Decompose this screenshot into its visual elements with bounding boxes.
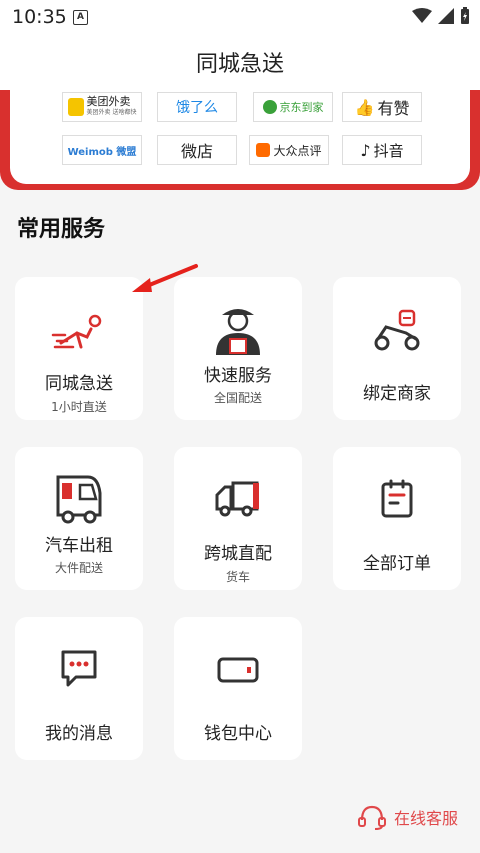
status-bar: 10:35 A bbox=[0, 0, 480, 34]
cell-signal-icon bbox=[438, 8, 454, 24]
headset-icon bbox=[358, 805, 386, 830]
notification-icon: A bbox=[73, 10, 88, 25]
wifi-icon bbox=[412, 8, 432, 23]
partner-label: 大众点评 bbox=[273, 143, 322, 158]
partner-logo-dianping: 大众点评 bbox=[249, 135, 329, 165]
delivery-man-icon bbox=[216, 309, 260, 355]
partner-logo-meituan: 美团外卖 美团外卖 送啥都快 bbox=[62, 92, 142, 122]
service-card-express[interactable]: 快速服务 全国配送 bbox=[174, 277, 302, 420]
kangaroo-icon bbox=[67, 98, 84, 116]
service-label: 跨城直配 bbox=[204, 544, 272, 564]
partner-logo-weimob: Weimob 微盟 bbox=[62, 135, 142, 165]
service-sub: 1小时直送 bbox=[51, 400, 107, 414]
service-label: 汽车出租 bbox=[45, 536, 113, 556]
partner-logo-douyin: ♪ 抖音 bbox=[342, 135, 422, 165]
partner-logo-weidian: 微店 bbox=[157, 135, 237, 165]
service-card-intercity[interactable]: 跨城直配 货车 bbox=[174, 447, 302, 590]
dianping-icon bbox=[256, 143, 271, 157]
partner-label: 微店 bbox=[180, 142, 213, 161]
service-label: 全部订单 bbox=[363, 554, 431, 574]
annotation-arrow-icon bbox=[132, 264, 198, 292]
partner-logo-youzan: 👍 有赞 bbox=[342, 92, 422, 122]
clipboard-icon bbox=[381, 479, 413, 518]
online-service-button[interactable]: 在线客服 bbox=[358, 804, 458, 830]
partner-label: Weimob 微盟 bbox=[67, 146, 137, 158]
online-service-label: 在线客服 bbox=[394, 809, 459, 828]
partner-label: 美团外卖 bbox=[86, 95, 131, 108]
chat-bubble-icon bbox=[61, 650, 97, 687]
tiktok-icon: ♪ bbox=[360, 140, 371, 160]
partner-label: 饿了么 bbox=[176, 100, 218, 116]
service-card-messages[interactable]: 我的消息 bbox=[15, 617, 143, 760]
status-time: 10:35 bbox=[12, 6, 67, 28]
running-courier-icon bbox=[51, 314, 102, 349]
battery-icon bbox=[461, 7, 469, 24]
thumbs-up-icon: 👍 bbox=[354, 97, 375, 117]
section-title: 常用服务 bbox=[17, 217, 106, 242]
partner-label: 京东到家 bbox=[279, 101, 324, 114]
service-label: 同城急送 bbox=[45, 374, 113, 394]
service-label: 我的消息 bbox=[45, 724, 113, 744]
scooter-icon bbox=[374, 309, 420, 351]
service-card-wallet[interactable]: 钱包中心 bbox=[174, 617, 302, 760]
service-card-bind-merchant[interactable]: 绑定商家 bbox=[333, 277, 461, 420]
truck-icon bbox=[215, 481, 259, 517]
jd-dog-icon bbox=[262, 100, 277, 114]
wallet-icon bbox=[217, 657, 259, 683]
partner-sub: 美团外卖 送啥都快 bbox=[86, 109, 137, 116]
service-sub: 大件配送 bbox=[54, 561, 103, 575]
status-icons bbox=[412, 7, 470, 25]
app-header: 同城急送 bbox=[0, 34, 480, 90]
service-card-all-orders[interactable]: 全部订单 bbox=[333, 447, 461, 590]
partner-label: 有赞 bbox=[377, 99, 410, 118]
service-card-tongcheng[interactable]: 同城急送 1小时直送 bbox=[15, 277, 143, 420]
partner-logo-eleme: 饿了么 bbox=[157, 92, 237, 122]
van-icon bbox=[56, 475, 102, 524]
partner-logo-jddj: 京东到家 bbox=[253, 92, 333, 122]
service-label: 钱包中心 bbox=[204, 724, 272, 744]
page-title: 同城急送 bbox=[195, 52, 284, 77]
service-label: 绑定商家 bbox=[363, 384, 431, 404]
service-label: 快速服务 bbox=[204, 366, 272, 386]
partner-label: 抖音 bbox=[373, 141, 404, 160]
service-sub: 货车 bbox=[225, 570, 250, 584]
service-card-car-rental[interactable]: 汽车出租 大件配送 bbox=[15, 447, 143, 590]
service-sub: 全国配送 bbox=[213, 391, 262, 405]
